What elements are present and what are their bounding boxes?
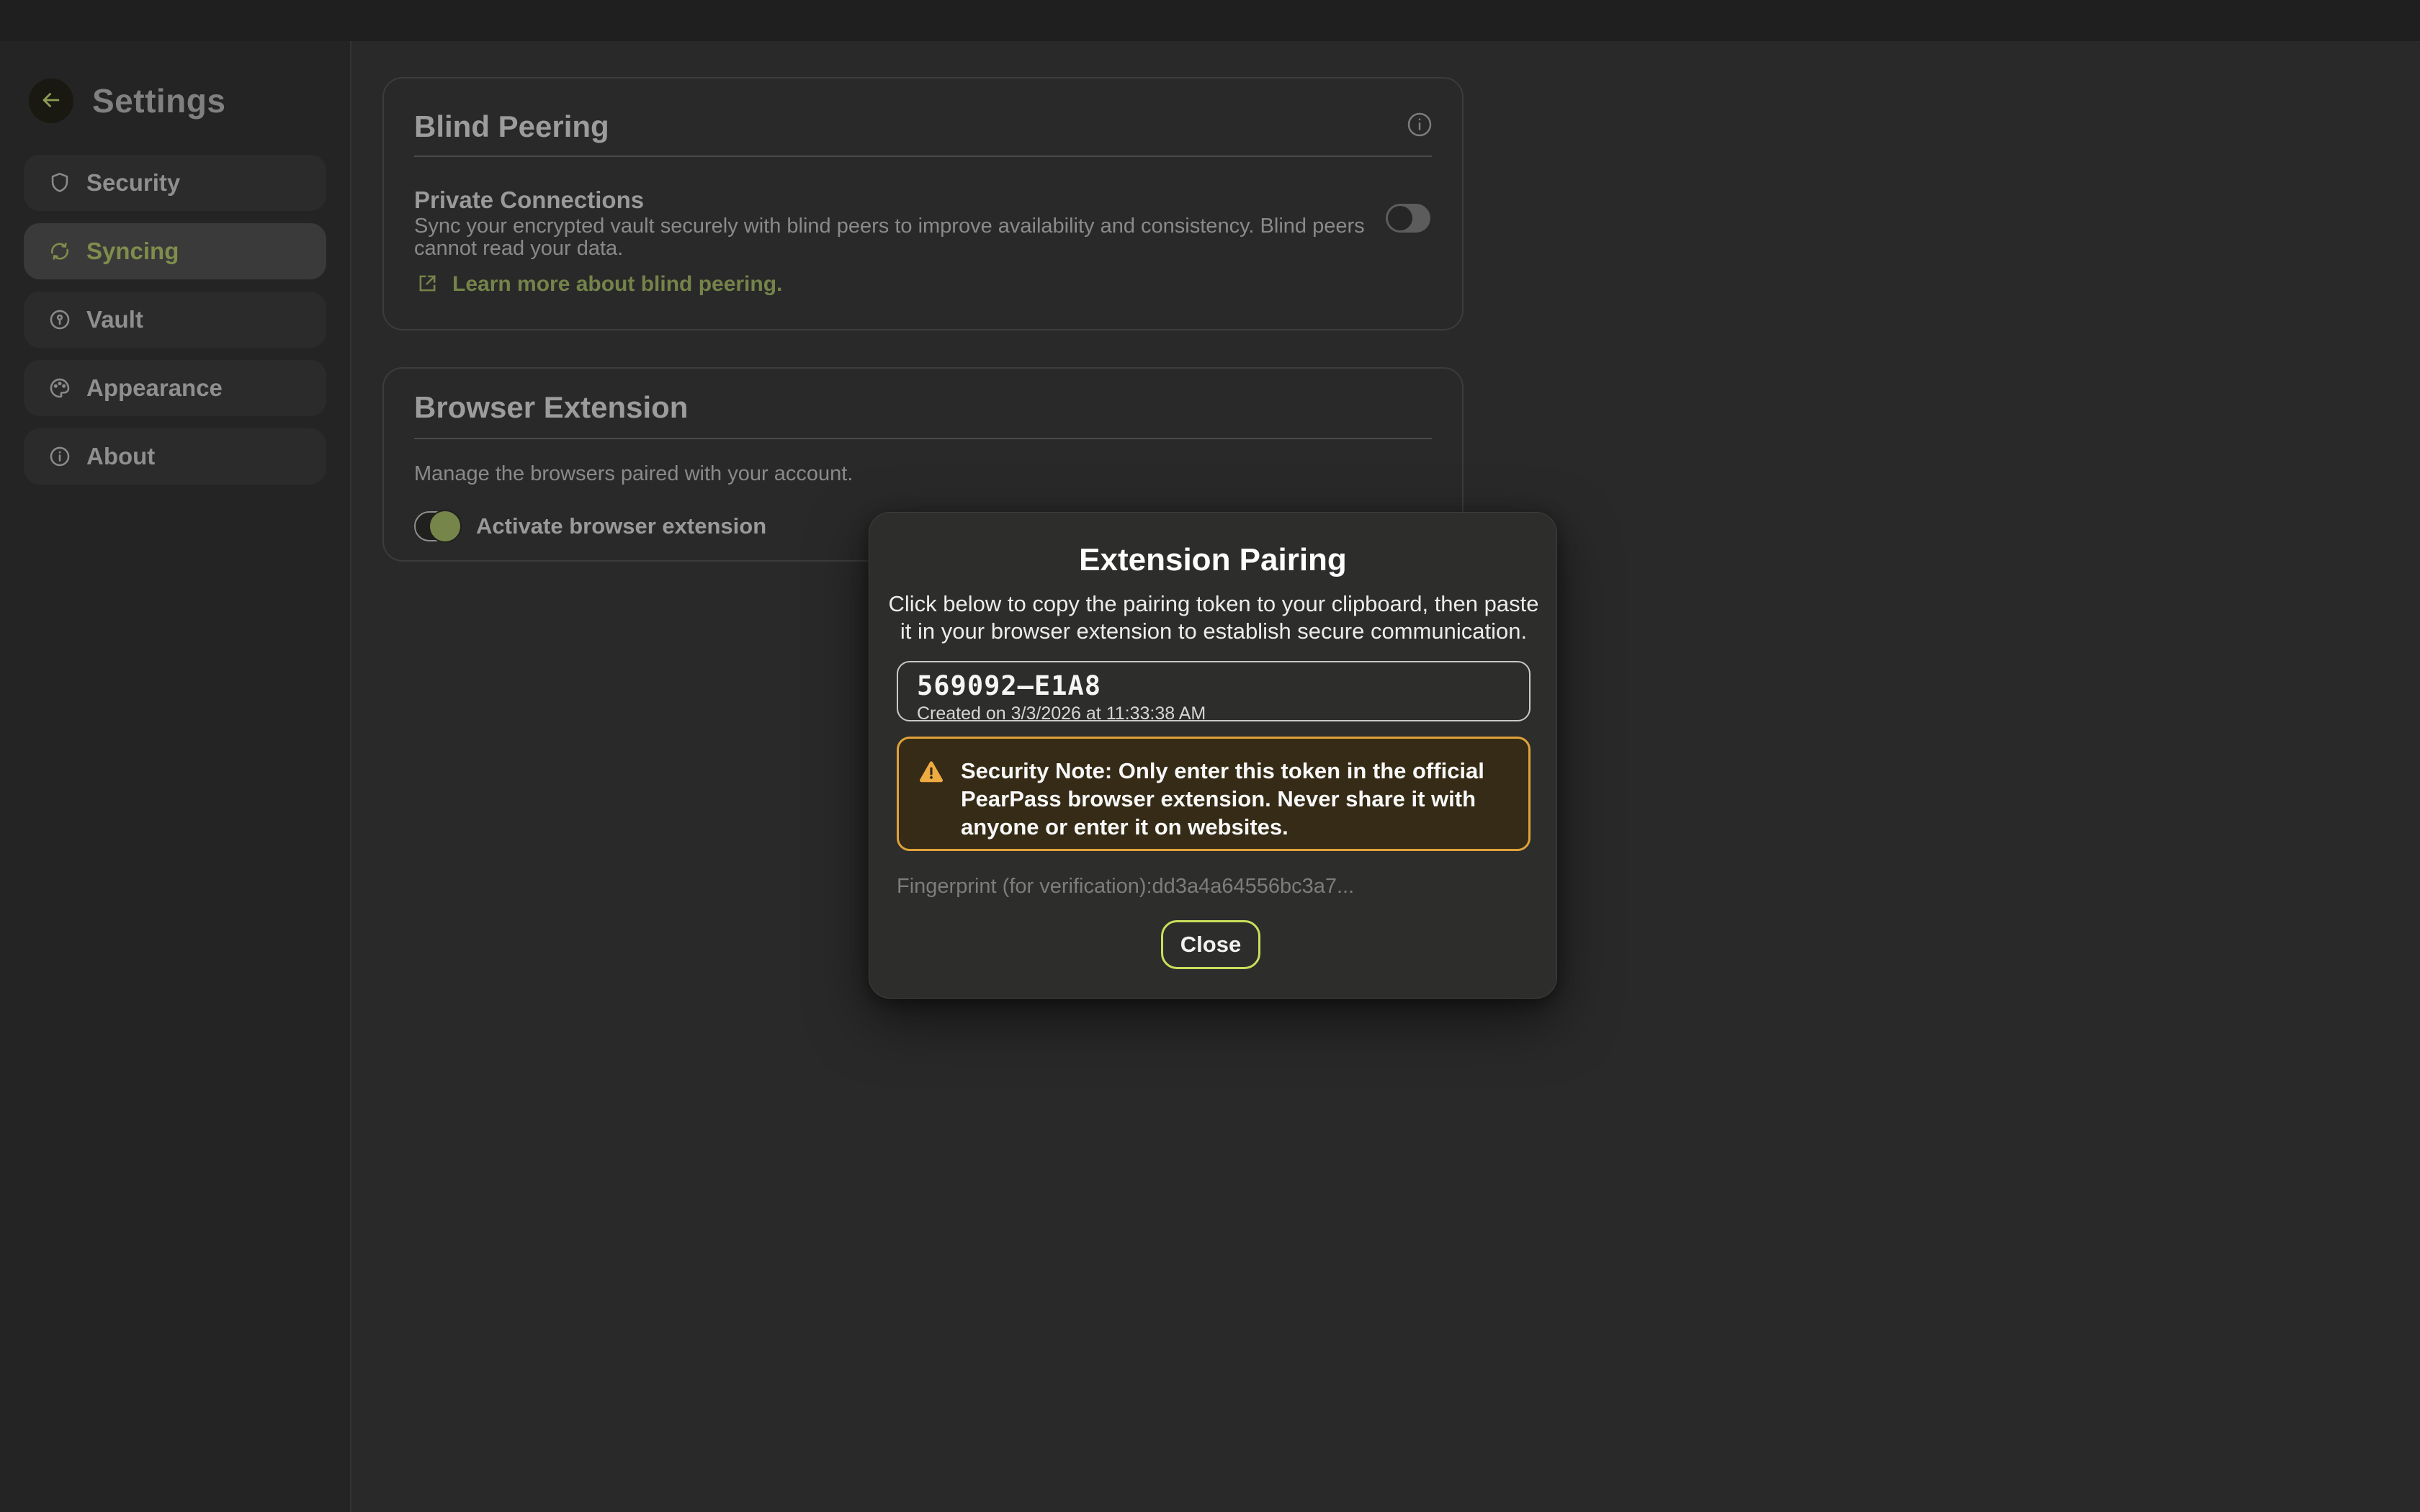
sidebar-item-appearance[interactable]: Appearance [24, 360, 326, 416]
toggle-knob [429, 510, 462, 543]
sync-icon [47, 238, 73, 264]
sidebar-item-label: Security [86, 169, 180, 197]
setting-title: Private Connections [414, 186, 644, 214]
page-title: Settings [92, 81, 225, 120]
card-description: Manage the browsers paired with your acc… [414, 462, 853, 486]
sidebar-nav: Security Syncing Vault [24, 155, 326, 485]
sidebar-item-label: Vault [86, 306, 143, 333]
private-connections-toggle[interactable] [1386, 204, 1430, 233]
divider [414, 156, 1432, 157]
activate-extension-toggle[interactable] [414, 511, 459, 541]
warning-icon [918, 758, 945, 786]
info-icon [1405, 110, 1434, 141]
back-button[interactable] [29, 78, 73, 123]
security-note-banner: Security Note: Only enter this token in … [897, 737, 1531, 851]
modal-title: Extension Pairing [869, 542, 1556, 578]
sidebar: Settings Security Syncing [0, 41, 351, 1512]
card-title: Blind Peering [414, 109, 609, 144]
sidebar-header: Settings [29, 78, 350, 123]
info-icon [47, 444, 73, 469]
palette-icon [47, 375, 73, 401]
setting-description: Sync your encrypted vault securely with … [414, 215, 1401, 260]
learn-more-link[interactable]: Learn more about blind peering. [416, 271, 782, 297]
close-button[interactable]: Close [1161, 920, 1260, 969]
sidebar-item-about[interactable]: About [24, 428, 326, 485]
shield-icon [47, 170, 73, 196]
sidebar-item-vault[interactable]: Vault [24, 292, 326, 348]
sidebar-item-security[interactable]: Security [24, 155, 326, 211]
pairing-token: 569092–E1A8 [917, 670, 1529, 701]
blind-peering-card: Blind Peering Private Connections Sync y… [382, 77, 1464, 330]
extension-pairing-modal: Extension Pairing Click below to copy th… [869, 512, 1557, 999]
sidebar-item-label: About [86, 443, 155, 470]
back-arrow-icon [39, 88, 63, 114]
modal-description: Click below to copy the pairing token to… [882, 590, 1545, 645]
external-link-icon [416, 271, 439, 297]
sidebar-item-syncing[interactable]: Syncing [24, 223, 326, 279]
sidebar-item-label: Appearance [86, 374, 223, 402]
learn-more-label: Learn more about blind peering. [452, 272, 782, 297]
fingerprint-text: Fingerprint (for verification):dd3a4a645… [897, 875, 1354, 899]
toggle-knob [1388, 206, 1412, 230]
info-button[interactable] [1404, 110, 1435, 140]
toggle-label: Activate browser extension [476, 513, 766, 539]
pairing-token-box[interactable]: 569092–E1A8 Created on 3/3/2026 at 11:33… [897, 661, 1531, 721]
divider [414, 438, 1432, 439]
activate-extension-row: Activate browser extension [414, 511, 766, 541]
token-created-timestamp: Created on 3/3/2026 at 11:33:38 AM [917, 703, 1529, 724]
security-note-text: Security Note: Only enter this token in … [961, 757, 1511, 849]
top-bar [0, 0, 2420, 41]
vault-icon [47, 307, 73, 333]
sidebar-item-label: Syncing [86, 238, 179, 265]
card-title: Browser Extension [414, 390, 688, 425]
